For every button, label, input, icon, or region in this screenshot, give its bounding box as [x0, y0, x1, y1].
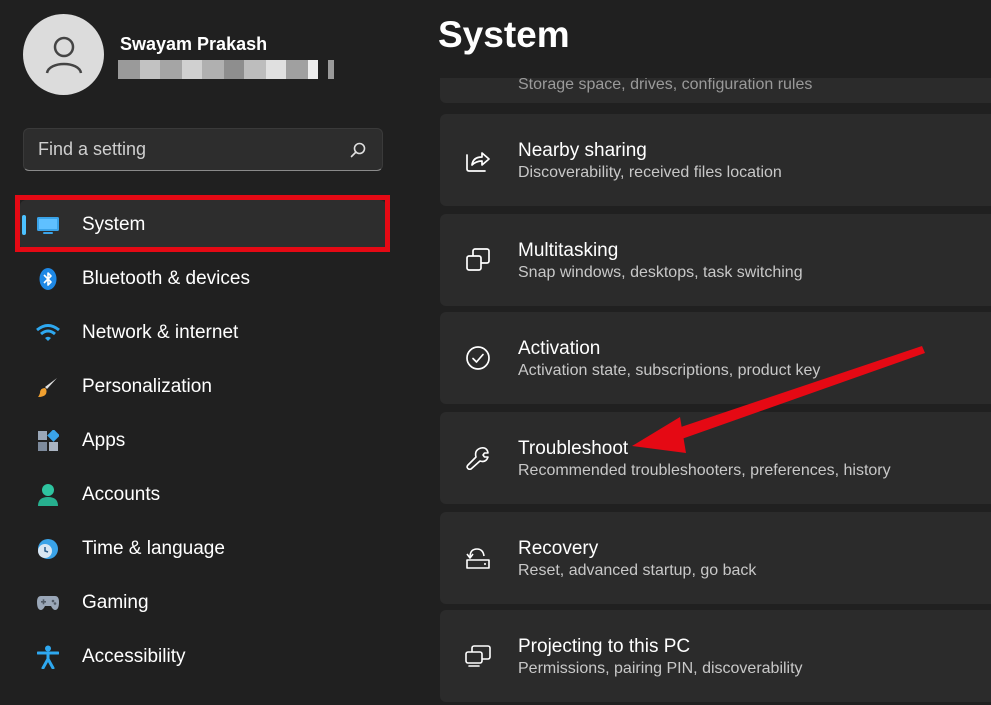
projecting-icon	[464, 642, 492, 670]
sidebar-item-gaming[interactable]: Gaming	[20, 578, 386, 628]
card-title: Recovery	[518, 538, 599, 559]
sidebar-item-label: Personalization	[82, 376, 212, 397]
user-name: Swayam Prakash	[120, 34, 268, 54]
sidebar-nav: System Bluetooth & devices Network & int…	[20, 200, 386, 686]
card-description: Reset, advanced startup, go back	[518, 562, 757, 579]
storage-card-partial[interactable]: Storage space, drives, configuration rul…	[440, 78, 991, 103]
card-description: Discoverability, received files location	[518, 164, 782, 181]
card-nearby-sharing[interactable]: Nearby sharing Discoverability, received…	[440, 114, 991, 206]
sidebar-item-personalization[interactable]: Personalization	[20, 362, 386, 412]
card-title: Troubleshoot	[518, 438, 629, 459]
user-email-obscured	[118, 60, 358, 79]
card-description: Recommended troubleshooters, preferences…	[518, 462, 891, 479]
card-description: Snap windows, desktops, task switching	[518, 264, 803, 281]
sidebar-item-label: Apps	[82, 430, 126, 451]
brush-icon	[36, 375, 60, 399]
settings-list[interactable]: Storage space, drives, configuration rul…	[440, 78, 991, 705]
search-icon[interactable]	[348, 140, 368, 160]
check-circle-icon	[464, 344, 492, 372]
card-description: Activation state, subscriptions, product…	[518, 362, 821, 379]
card-multitasking[interactable]: Multitasking Snap windows, desktops, tas…	[440, 214, 991, 306]
search-box[interactable]: Find a setting	[23, 128, 383, 171]
apps-icon	[36, 429, 60, 453]
sidebar: Swayam Prakash Find a setting System Blu…	[0, 0, 410, 705]
sidebar-item-label: Network & internet	[82, 322, 239, 343]
card-recovery[interactable]: Recovery Reset, advanced startup, go bac…	[440, 512, 991, 604]
wrench-icon	[464, 444, 492, 472]
settings-window: Swayam Prakash Find a setting System Blu…	[0, 0, 991, 705]
card-description: Storage space, drives, configuration rul…	[518, 78, 813, 93]
card-title: Multitasking	[518, 240, 619, 261]
card-activation[interactable]: Activation Activation state, subscriptio…	[440, 312, 991, 404]
sidebar-item-time-language[interactable]: Time & language	[20, 524, 386, 574]
annotation-highlight-box	[15, 195, 390, 252]
clock-globe-icon	[36, 537, 60, 561]
card-description: Permissions, pairing PIN, discoverabilit…	[518, 660, 803, 677]
account-icon	[36, 483, 60, 507]
sidebar-item-label: Accounts	[82, 484, 161, 505]
sidebar-item-accessibility[interactable]: Accessibility	[20, 632, 386, 682]
search-input[interactable]: Find a setting	[38, 139, 348, 160]
wifi-icon	[36, 321, 60, 345]
multitasking-icon	[464, 246, 492, 274]
sidebar-item-label: Gaming	[82, 592, 149, 613]
card-troubleshoot[interactable]: Troubleshoot Recommended troubleshooters…	[440, 412, 991, 504]
card-title: Projecting to this PC	[518, 636, 691, 657]
recovery-icon	[464, 544, 492, 572]
sidebar-item-accounts[interactable]: Accounts	[20, 470, 386, 520]
card-title: Activation	[518, 338, 601, 359]
sidebar-item-label: Time & language	[82, 538, 225, 559]
person-icon	[45, 36, 82, 74]
sidebar-item-network[interactable]: Network & internet	[20, 308, 386, 358]
sidebar-item-label: Accessibility	[82, 646, 186, 667]
sidebar-item-apps[interactable]: Apps	[20, 416, 386, 466]
share-icon	[464, 146, 492, 174]
avatar[interactable]	[23, 14, 104, 95]
sidebar-item-bluetooth[interactable]: Bluetooth & devices	[20, 254, 386, 304]
bluetooth-icon	[36, 267, 60, 291]
card-title: Nearby sharing	[518, 140, 647, 161]
gamepad-icon	[36, 591, 60, 615]
accessibility-icon	[36, 645, 60, 669]
sidebar-item-label: Bluetooth & devices	[82, 268, 250, 289]
card-projecting[interactable]: Projecting to this PC Permissions, pairi…	[440, 610, 991, 702]
page-title: System	[438, 14, 570, 55]
